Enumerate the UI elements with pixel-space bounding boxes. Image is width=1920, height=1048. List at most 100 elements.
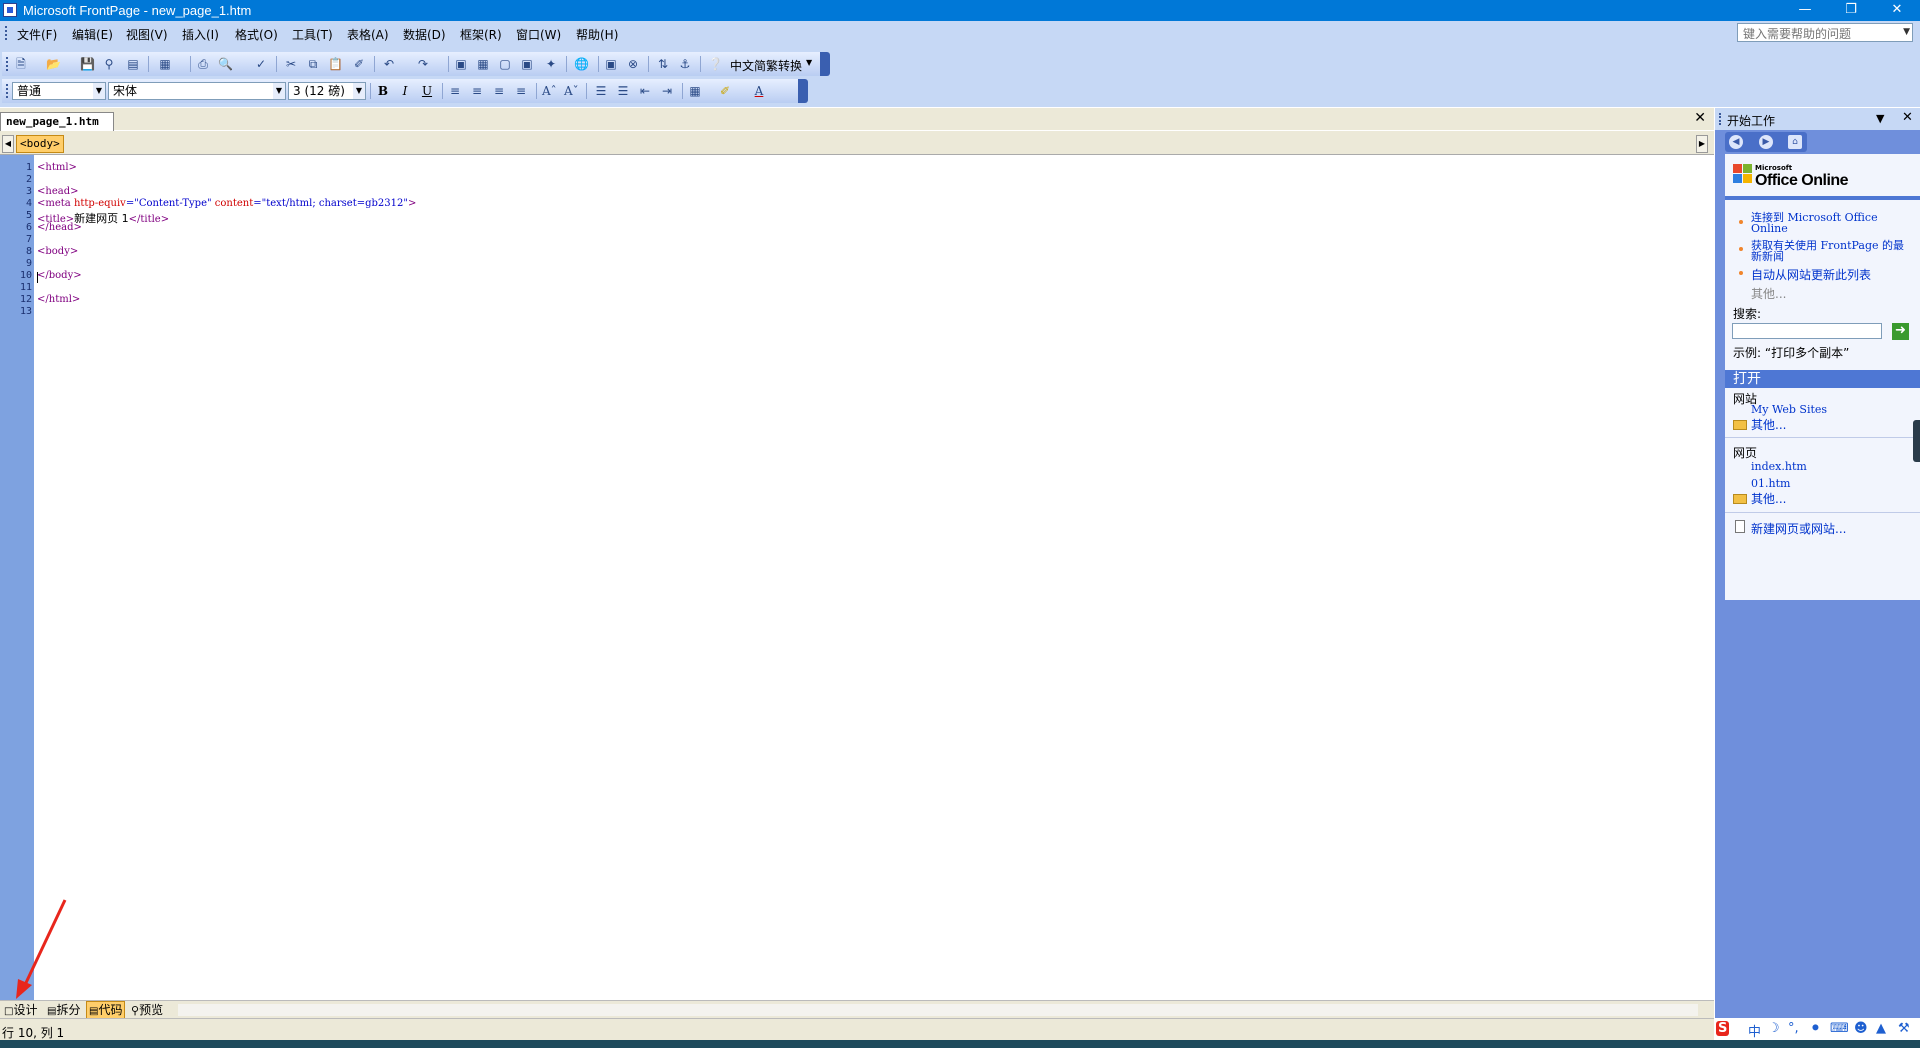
insert-table-icon[interactable]: ▦ (476, 57, 490, 71)
undo-icon[interactable]: ↶ (382, 57, 396, 71)
tag-scroll-left-icon[interactable]: ◀ (2, 135, 14, 153)
spelling-icon[interactable]: ✓ (254, 57, 268, 71)
toolbar-options-button[interactable] (798, 79, 808, 103)
close-button[interactable]: ✕ (1874, 0, 1920, 21)
code-snippet-icon[interactable]: ⇅ (656, 57, 670, 71)
microphone-icon[interactable]: ⚫ (1810, 1021, 1821, 1036)
format-painter-icon[interactable]: ✐ (352, 57, 366, 71)
chevron-down-icon[interactable]: ▼ (273, 83, 285, 99)
chevron-down-icon[interactable]: ▼ (1903, 27, 1910, 37)
decrease-indent-icon[interactable]: ⇤ (638, 84, 652, 98)
open-folder-icon[interactable]: 📂 (46, 57, 61, 71)
font-size-select[interactable]: 3 (12 磅) ▼ (288, 82, 366, 100)
user-icon[interactable]: ☻ (1854, 1021, 1868, 1036)
pane-search-input[interactable] (1732, 323, 1882, 339)
save-icon[interactable]: 💾 (80, 57, 95, 71)
menu-view[interactable]: 视图(V) (126, 26, 168, 43)
align-left-icon[interactable]: ≡ (448, 84, 462, 98)
help-search-input[interactable] (1741, 25, 1895, 42)
keyboard-icon[interactable]: ⌨ (1830, 1021, 1849, 1036)
new-page-icon[interactable]: 🗎 (14, 57, 28, 71)
web-component-icon[interactable]: ▦ (158, 57, 172, 71)
help-question-box[interactable]: ▼ (1737, 23, 1913, 42)
link-frontpage-news[interactable]: 获取有关使用 FrontPage 的最新新闻 (1751, 240, 1911, 262)
hyperlink-icon[interactable]: 🌐 (574, 57, 589, 71)
tag-scroll-right-icon[interactable]: ▶ (1696, 135, 1708, 153)
style-select[interactable]: 普通 ▼ (12, 82, 106, 100)
borders-icon[interactable]: ▦ (688, 84, 702, 98)
justify-icon[interactable]: ≡ (514, 84, 528, 98)
link-new-page-or-site[interactable]: 新建网页或网站... (1751, 520, 1846, 537)
increase-indent-icon[interactable]: ⇥ (660, 84, 674, 98)
insert-drawing-icon[interactable]: ✦ (544, 57, 558, 71)
moon-icon[interactable]: ☽ (1768, 1021, 1780, 1036)
tab-preview[interactable]: ⚲预览 (129, 1002, 165, 1018)
bold-icon[interactable]: B (376, 84, 390, 98)
search-icon[interactable]: ⚲ (102, 57, 116, 71)
toolbar-options-button[interactable] (820, 52, 830, 76)
tab-code[interactable]: ▤代码 (86, 1001, 126, 1019)
link-connect-office-online[interactable]: 连接到 Microsoft Office Online (1751, 212, 1911, 234)
align-center-icon[interactable]: ≡ (470, 84, 484, 98)
pane-grip[interactable] (1719, 113, 1724, 125)
font-color-icon[interactable]: A (752, 84, 766, 98)
tab-split[interactable]: ▤拆分 (45, 1002, 82, 1018)
menu-insert[interactable]: 插入(I) (182, 26, 219, 43)
preview-in-browser-icon[interactable]: 🔍 (218, 57, 233, 71)
home-icon[interactable]: ⌂ (1788, 135, 1802, 149)
anchor-icon[interactable]: ⚓ (678, 57, 692, 71)
body-tag-chip[interactable]: <body> (16, 135, 64, 153)
link-pages-more[interactable]: 其他... (1751, 490, 1786, 507)
link-sites-more[interactable]: 其他... (1751, 416, 1786, 433)
bulleted-list-icon[interactable]: ☰ (616, 84, 630, 98)
publish-icon[interactable]: ▤ (126, 57, 140, 71)
code-editor[interactable] (34, 155, 1714, 1000)
search-go-icon[interactable]: ➜ (1892, 323, 1909, 340)
chinese-conversion-button[interactable]: 中文简繁转换 (730, 57, 802, 74)
back-icon[interactable]: ◀ (1729, 135, 1743, 149)
toolbar-grip[interactable] (6, 57, 11, 71)
shirt-icon[interactable]: ▲ (1876, 1021, 1886, 1036)
sogou-icon[interactable]: S (1716, 1021, 1730, 1036)
menu-grip[interactable] (5, 26, 10, 40)
stop-icon[interactable]: ⊗ (626, 57, 640, 71)
menu-file[interactable]: 文件(F) (17, 26, 57, 43)
menu-edit[interactable]: 编辑(E) (72, 26, 113, 43)
pane-edge-handle[interactable] (1913, 420, 1920, 462)
tab-design[interactable]: □设计 (2, 1002, 39, 1018)
menu-window[interactable]: 窗口(W) (516, 26, 561, 43)
link-auto-update[interactable]: 自动从网站更新此列表 (1751, 266, 1871, 283)
link-01-htm[interactable]: 01.htm (1751, 477, 1790, 490)
link-index-htm[interactable]: index.htm (1751, 460, 1807, 473)
menu-frames[interactable]: 框架(R) (460, 26, 502, 43)
horizontal-scrollbar[interactable] (178, 1004, 1698, 1016)
close-document-icon[interactable]: ✕ (1694, 110, 1706, 126)
redo-icon[interactable]: ↷ (416, 57, 430, 71)
help-icon[interactable]: ❔ (708, 57, 723, 71)
link-my-web-sites[interactable]: My Web Sites (1751, 403, 1827, 416)
forward-icon[interactable]: ▶ (1759, 135, 1773, 149)
minimize-button[interactable]: — (1782, 0, 1828, 21)
numbered-list-icon[interactable]: ☰ (594, 84, 608, 98)
cut-icon[interactable]: ✂ (284, 57, 298, 71)
insert-layer-icon[interactable]: ▣ (454, 57, 468, 71)
paste-icon[interactable]: 📋 (328, 57, 343, 71)
chevron-down-icon[interactable]: ▼ (1876, 112, 1884, 125)
menu-table[interactable]: 表格(A) (347, 26, 389, 43)
restore-button[interactable]: ❐ (1828, 0, 1874, 21)
chevron-down-icon[interactable]: ▼ (353, 83, 365, 99)
document-tab[interactable]: new_page_1.htm (0, 112, 114, 131)
underline-icon[interactable]: U (420, 84, 434, 98)
italic-icon[interactable]: I (398, 84, 412, 98)
chevron-down-icon[interactable]: ▼ (806, 58, 812, 67)
insert-picture-icon[interactable]: ▣ (520, 57, 534, 71)
decrease-font-icon[interactable]: Aˇ (564, 84, 579, 98)
highlight-icon[interactable]: ✐ (718, 84, 732, 98)
copy-icon[interactable]: ⧉ (306, 57, 320, 71)
close-icon[interactable]: ✕ (1902, 110, 1913, 125)
toolbar-grip[interactable] (6, 84, 11, 98)
refresh-icon[interactable]: ▣ (604, 57, 618, 71)
chevron-down-icon[interactable]: ▼ (93, 83, 105, 99)
ime-mode[interactable]: 中 (1748, 1021, 1761, 1040)
increase-font-icon[interactable]: Aˆ (542, 84, 557, 98)
